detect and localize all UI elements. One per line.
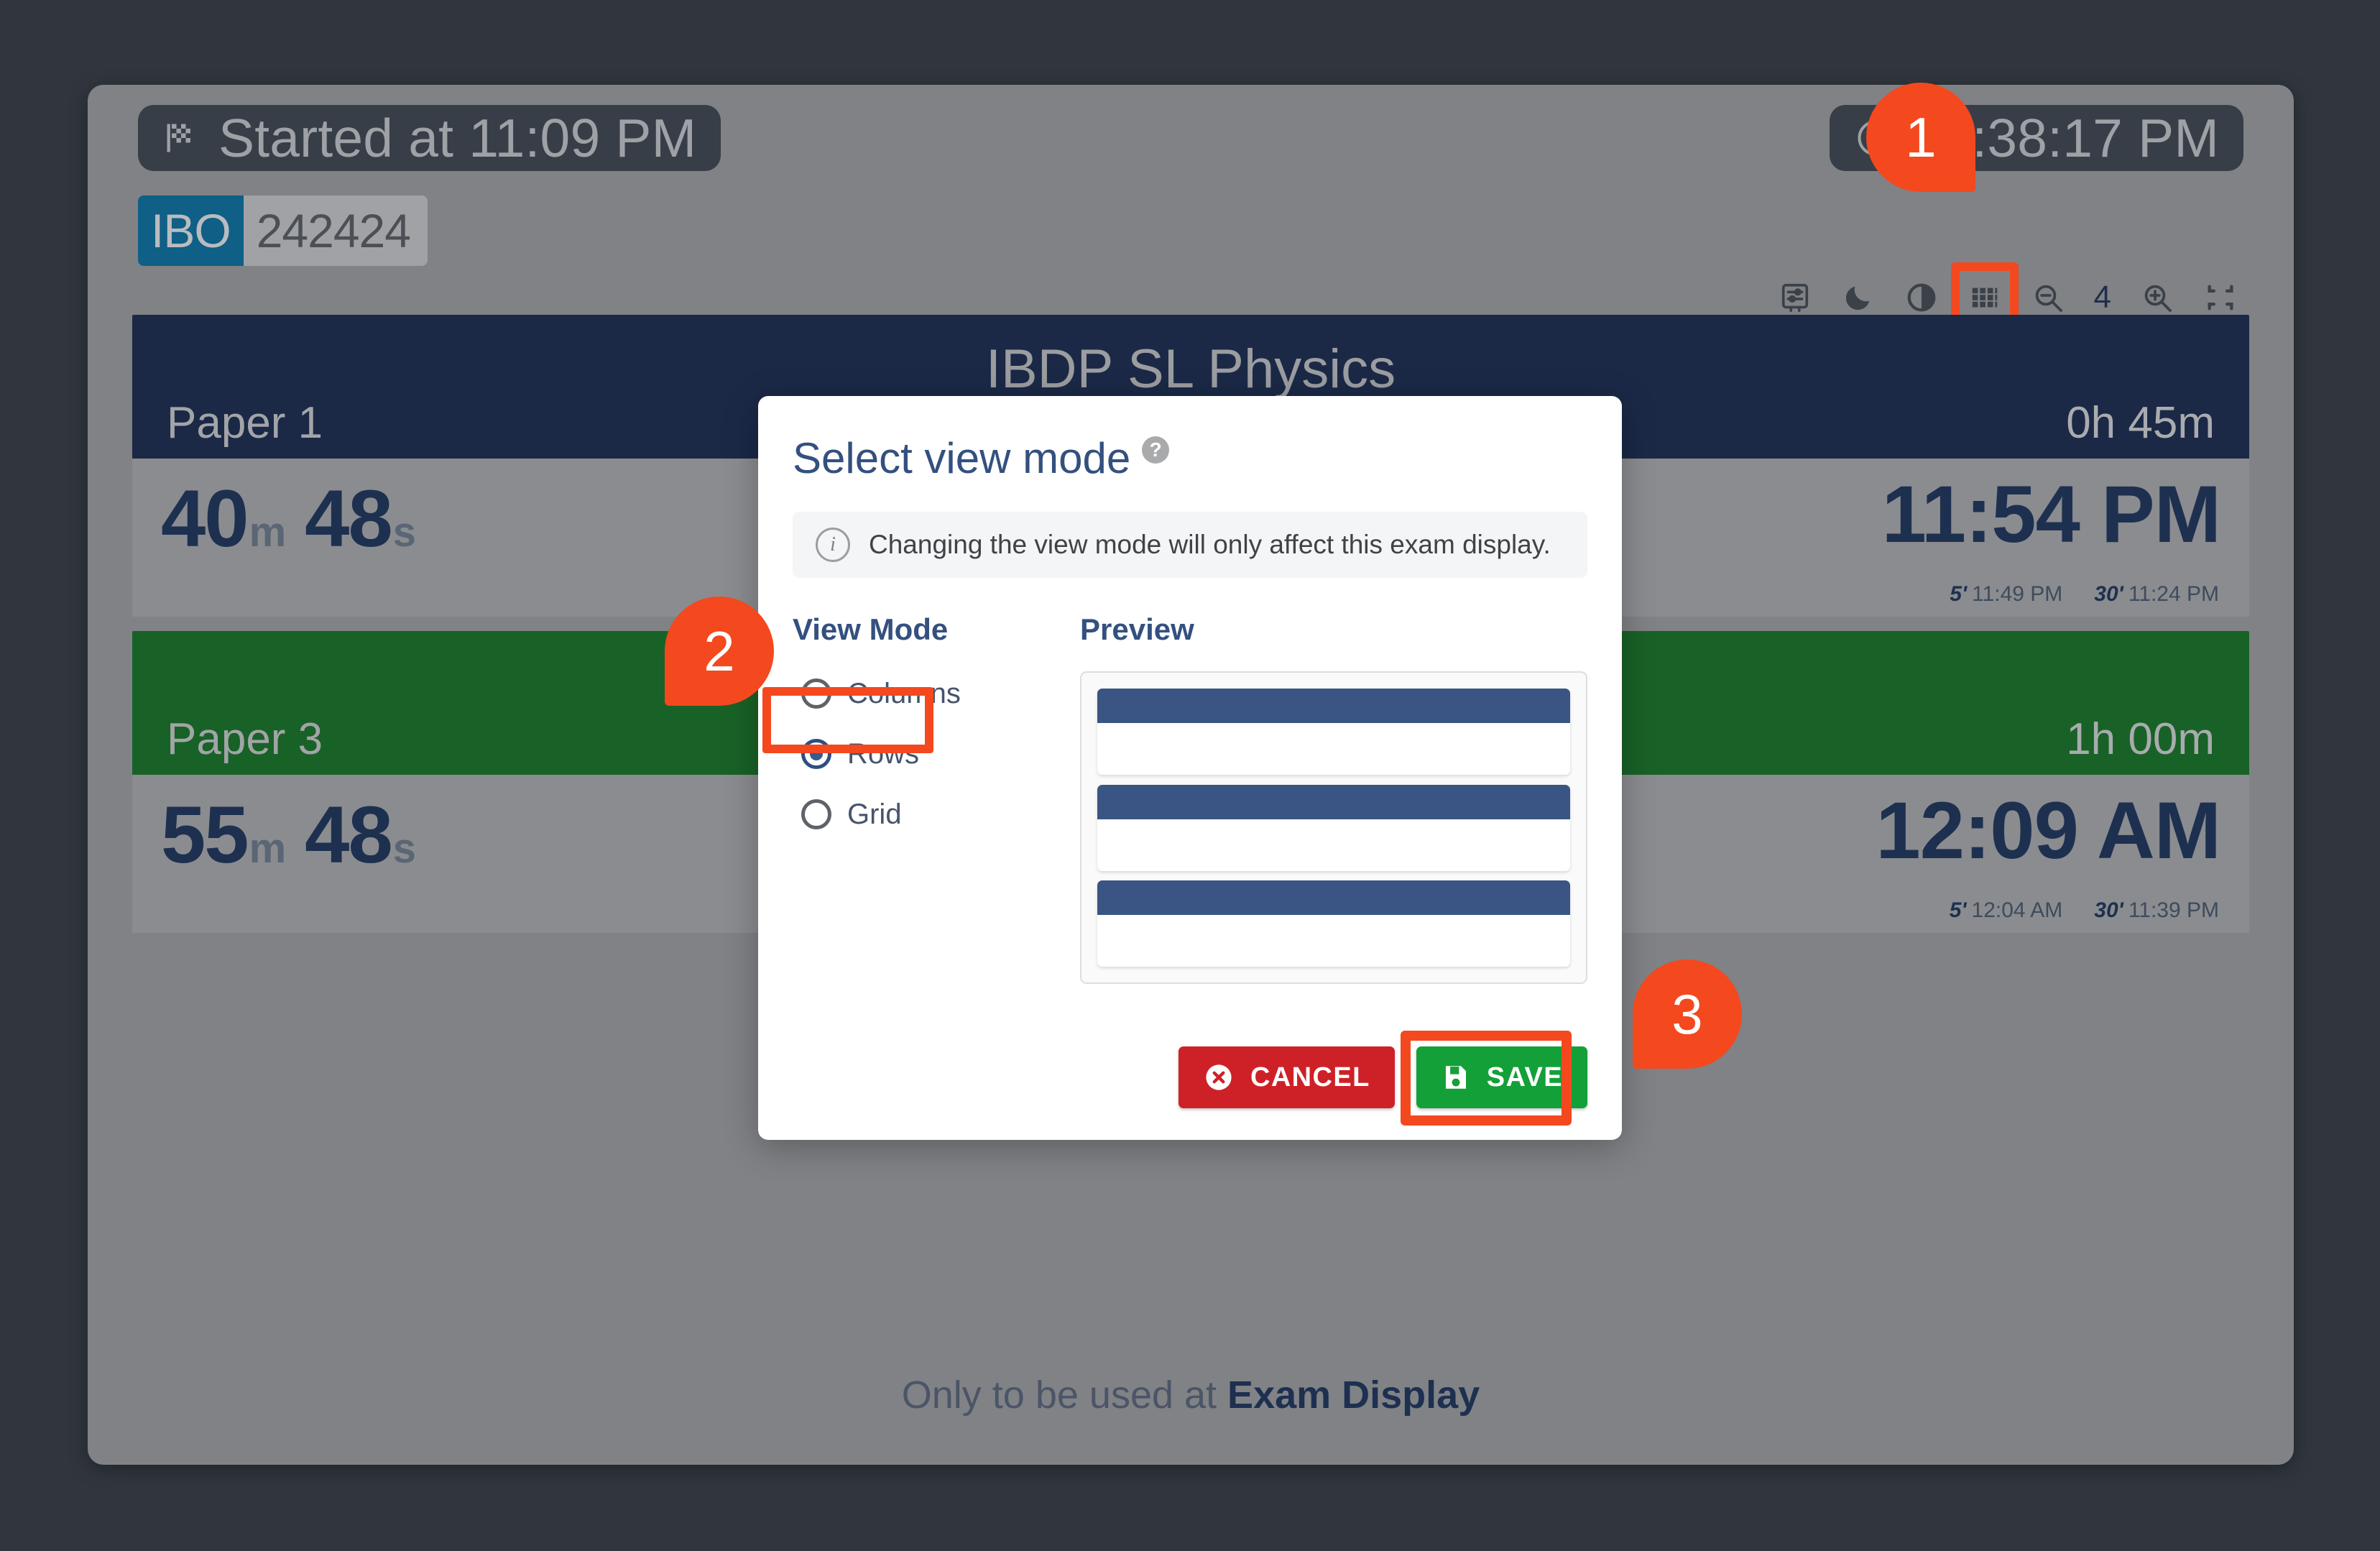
- zoom-level-value: 4: [2093, 280, 2111, 315]
- contrast-icon[interactable]: [1903, 279, 1940, 316]
- remaining-minutes-unit: m: [249, 825, 287, 872]
- warning-5min-time: 12:04 AM: [1971, 898, 2063, 922]
- remaining-seconds: 48: [305, 474, 393, 563]
- preview-box: [1080, 671, 1587, 984]
- step-badge-1: 1: [1866, 83, 1975, 192]
- time-remaining: 40 m 48 s: [161, 474, 416, 563]
- grid-view-icon-wrapper: [1950, 262, 2019, 331]
- display-settings-icon[interactable]: [1776, 279, 1814, 316]
- exam-paper-label: Paper 1: [167, 398, 323, 448]
- select-view-mode-dialog: Select view mode ? i Changing the view m…: [758, 396, 1622, 1140]
- info-icon: i: [816, 528, 850, 562]
- exam-warning-times: 5' 12:04 AM 30' 11:39 PM: [1950, 898, 2219, 923]
- radio-rows-label: Rows: [847, 737, 920, 770]
- preview-row-card: [1097, 784, 1570, 871]
- close-circle-icon: [1203, 1062, 1235, 1093]
- preview-row-card: [1097, 689, 1570, 775]
- exam-warning-times: 5' 11:49 PM 30' 11:24 PM: [1950, 582, 2219, 607]
- help-icon[interactable]: ?: [1142, 436, 1170, 464]
- step-badge-2-number: 2: [665, 597, 774, 706]
- radio-columns-label: Columns: [847, 677, 961, 709]
- warning-5min: 5' 11:49 PM: [1950, 582, 2062, 607]
- started-at-text: Started at 11:09 PM: [218, 108, 697, 168]
- compress-icon[interactable]: [2202, 279, 2239, 316]
- remaining-seconds-unit: s: [392, 825, 416, 872]
- dialog-actions: CANCEL SAVE: [1179, 1031, 1587, 1126]
- grid-icon[interactable]: [1966, 279, 2003, 316]
- warning-30min: 30' 11:39 PM: [2094, 898, 2219, 923]
- step-badge-2: 2: [665, 597, 774, 706]
- exam-duration: 1h 00m: [2066, 714, 2215, 764]
- remaining-minutes: 40: [161, 474, 249, 563]
- time-remaining: 55 m 48 s: [161, 790, 416, 880]
- dialog-title: Select view mode: [793, 434, 1131, 482]
- warning-30min-time: 11:39 PM: [2128, 898, 2219, 922]
- exam-end-time: 12:09 AM: [1876, 786, 2221, 875]
- radio-option-rows[interactable]: Rows: [793, 732, 1037, 776]
- radio-rows-icon[interactable]: [801, 739, 831, 769]
- cancel-button[interactable]: CANCEL: [1179, 1046, 1395, 1108]
- footer-prefix: Only to be used at: [901, 1373, 1228, 1417]
- display-toolbar: 4: [1776, 262, 2239, 331]
- warning-30min-label: 30': [2094, 898, 2123, 922]
- remaining-seconds: 48: [305, 790, 393, 880]
- step-badge-1-number: 1: [1866, 83, 1975, 192]
- warning-5min-label: 5': [1949, 898, 1967, 922]
- exam-code-prefix: IBO: [138, 195, 244, 266]
- warning-5min-time: 11:49 PM: [1972, 582, 2063, 606]
- exam-code-number: 242424: [243, 195, 428, 266]
- zoom-out-icon[interactable]: [2029, 279, 2067, 316]
- exam-end-time: 11:54 PM: [1881, 469, 2221, 559]
- exam-duration: 0h 45m: [2066, 398, 2215, 448]
- radio-columns-icon[interactable]: [801, 678, 831, 709]
- radio-grid-label: Grid: [847, 798, 902, 830]
- info-banner: i Changing the view mode will only affec…: [793, 512, 1587, 578]
- warning-30min-label: 30': [2094, 582, 2123, 606]
- radio-option-grid[interactable]: Grid: [793, 792, 1037, 837]
- warning-30min-time: 11:24 PM: [2128, 582, 2219, 606]
- save-disk-icon: [1441, 1062, 1471, 1092]
- exam-title: IBDP SL Physics: [985, 339, 1396, 400]
- dialog-body: View Mode Columns Rows Grid Preview: [762, 612, 1587, 984]
- radio-option-columns[interactable]: Columns: [793, 671, 1037, 716]
- radio-grid-icon[interactable]: [801, 799, 831, 829]
- save-button-label: SAVE: [1486, 1062, 1563, 1092]
- warning-5min: 5' 12:04 AM: [1950, 898, 2063, 923]
- exam-paper-label: Paper 3: [167, 714, 323, 764]
- cancel-button-label: CANCEL: [1250, 1062, 1370, 1092]
- remaining-minutes: 55: [161, 790, 249, 880]
- preview-row-card-header: [1097, 880, 1570, 915]
- preview-column: Preview: [1080, 612, 1587, 984]
- step-badge-3-number: 3: [1633, 959, 1742, 1069]
- warning-5min-label: 5': [1950, 582, 1968, 606]
- started-at-pill: Started at 11:09 PM: [138, 105, 721, 171]
- step-badge-3: 3: [1633, 959, 1742, 1069]
- preview-heading: Preview: [1080, 612, 1194, 646]
- warning-30min: 30' 11:24 PM: [2094, 582, 2219, 607]
- dialog-title-row: Select view mode ?: [793, 396, 1587, 483]
- zoom-in-icon[interactable]: [2139, 279, 2176, 316]
- save-button-wrapper: SAVE: [1400, 1031, 1587, 1126]
- preview-row-card: [1097, 880, 1570, 967]
- display-footer: Only to be used at Exam Display: [88, 1373, 2294, 1417]
- remaining-minutes-unit: m: [249, 509, 287, 556]
- checkered-flag-icon: [162, 119, 200, 157]
- footer-brand: Exam Display: [1227, 1373, 1480, 1417]
- save-button[interactable]: SAVE: [1416, 1046, 1587, 1108]
- preview-row-card-header: [1097, 689, 1570, 723]
- exam-code-block: IBO 242424: [138, 195, 428, 266]
- preview-row-card-header: [1097, 784, 1570, 819]
- info-banner-text: Changing the view mode will only affect …: [869, 530, 1551, 559]
- moon-icon[interactable]: [1840, 279, 1877, 316]
- view-mode-column: View Mode Columns Rows Grid: [762, 612, 1037, 984]
- remaining-seconds-unit: s: [392, 509, 416, 556]
- view-mode-heading: View Mode: [793, 612, 949, 646]
